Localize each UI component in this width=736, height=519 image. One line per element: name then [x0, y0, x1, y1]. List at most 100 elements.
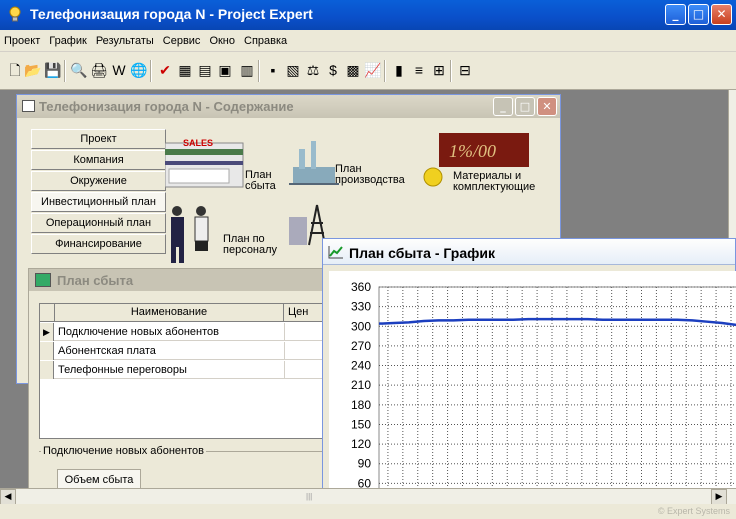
- grid-header: Наименование Цен: [40, 304, 340, 322]
- toolbar-separator: [384, 60, 386, 82]
- y-tick-label: 240: [351, 359, 371, 373]
- row-name: Телефонные переговоры: [58, 364, 187, 376]
- content-window-titlebar[interactable]: Телефонизация города N - Содержание _ □ …: [17, 95, 560, 118]
- menu-project[interactable]: Проект: [4, 35, 40, 47]
- y-tick-label: 90: [358, 457, 372, 471]
- y-tick-label: 180: [351, 398, 371, 412]
- row-pointer-icon: ▶: [40, 323, 54, 341]
- sales-plan-title: План сбыта: [57, 273, 134, 288]
- app-title: Телефонизация города N - Project Expert: [30, 6, 313, 22]
- nav-operational-plan[interactable]: Операционный план: [31, 213, 166, 233]
- mdi-horizontal-scrollbar[interactable]: ◀ ▶ |||: [0, 488, 736, 505]
- chart-window: План сбыта - График 360 330 300 270 240 210 18…: [322, 238, 736, 510]
- menu-service[interactable]: Сервис: [163, 35, 201, 47]
- grid-icon[interactable]: ⊟: [456, 61, 474, 79]
- groupbox-label: Подключение новых абонентов: [41, 445, 206, 457]
- scales-icon[interactable]: ⚖: [304, 61, 322, 79]
- module-icon[interactable]: ▪: [264, 61, 282, 79]
- module-staff-plan-label-2[interactable]: персоналу: [223, 245, 277, 256]
- menu-bar: Проект График Результаты Сервис Окно Спр…: [0, 30, 736, 52]
- scroll-right-arrow-icon[interactable]: ▶: [711, 489, 727, 505]
- sales-plan-window: План сбыта Наименование Цен ▶ Подключени…: [28, 268, 358, 498]
- maximize-button[interactable]: □: [688, 4, 709, 25]
- chart-icon[interactable]: 📈: [364, 61, 382, 79]
- staff-icon[interactable]: [165, 203, 217, 263]
- close-button[interactable]: ✕: [711, 4, 732, 25]
- money-icon[interactable]: $: [324, 61, 342, 79]
- content-maximize-button[interactable]: □: [515, 97, 535, 116]
- scroll-grip: |||: [306, 492, 313, 501]
- minimize-button[interactable]: _: [665, 4, 686, 25]
- print-icon[interactable]: 🖨: [90, 61, 108, 79]
- module-sales-plan-label-2[interactable]: сбыта: [245, 181, 276, 192]
- y-tick-label: 120: [351, 437, 371, 451]
- analysis-icon[interactable]: ▧: [284, 61, 302, 79]
- row-indicator: [40, 342, 54, 360]
- menu-window[interactable]: Окно: [209, 35, 235, 47]
- document-icon[interactable]: ▣: [216, 61, 234, 79]
- chart-window-title: План сбыта - График: [349, 245, 495, 261]
- column-header-name[interactable]: Наименование: [54, 304, 284, 322]
- cell-divider: [284, 342, 285, 360]
- globe-icon[interactable]: 🌐: [130, 61, 148, 79]
- toolbar-separator: [258, 60, 260, 82]
- sales-plan-icon[interactable]: SALES: [165, 135, 245, 191]
- table-row[interactable]: Абонентская плата: [40, 342, 340, 360]
- module-production-plan-label-2[interactable]: производства: [335, 175, 405, 186]
- nav-environment[interactable]: Окружение: [31, 171, 166, 191]
- menu-results[interactable]: Результаты: [96, 35, 154, 47]
- sales-plan-window-icon: [35, 273, 51, 287]
- content-minimize-button[interactable]: _: [493, 97, 513, 116]
- app-titlebar[interactable]: Телефонизация города N - Project Expert …: [0, 0, 736, 30]
- report-icon[interactable]: ▥: [238, 61, 256, 79]
- nav-company[interactable]: Компания: [31, 150, 166, 170]
- cell-divider: [284, 361, 285, 379]
- row-name: Абонентская плата: [58, 345, 156, 357]
- org-icon[interactable]: ⊞: [430, 61, 448, 79]
- new-file-icon[interactable]: 🗋: [6, 61, 24, 79]
- save-icon[interactable]: 💾: [44, 61, 62, 79]
- content-window-title: Телефонизация города N - Содержание: [39, 99, 294, 114]
- status-bar: © Expert Systems: [0, 504, 736, 519]
- content-window-icon: [22, 100, 35, 112]
- open-folder-icon[interactable]: 📂: [24, 61, 42, 79]
- menu-help[interactable]: Справка: [244, 35, 287, 47]
- row-indicator: [40, 361, 54, 379]
- toolbar: 🗋 📂 💾 🔍 🖨 W 🌐 ✔ ▦ ▤ ▣ ▥ ▪ ▧ ⚖ $ ▩ 📈 ▮ ≡ …: [0, 52, 736, 90]
- y-tick-label: 330: [351, 300, 371, 314]
- toolbar-separator: [450, 60, 452, 82]
- checkmark-icon[interactable]: ✔: [156, 61, 174, 79]
- toolbar-separator: [64, 60, 66, 82]
- y-tick-label: 150: [351, 417, 371, 431]
- lightbulb-icon: [9, 6, 21, 22]
- line-chart-icon: [328, 246, 343, 259]
- nav-financing[interactable]: Финансирование: [31, 234, 166, 254]
- preview-icon[interactable]: 🔍: [70, 61, 88, 79]
- y-tick-label: 270: [351, 339, 371, 353]
- copyright-text: © Expert Systems: [657, 506, 730, 516]
- scroll-left-arrow-icon[interactable]: ◀: [0, 489, 16, 505]
- word-export-icon[interactable]: W: [110, 61, 128, 79]
- npv-icon[interactable]: ≡: [410, 61, 428, 79]
- chart-area: 360330300270240210180150120906030: [329, 271, 736, 510]
- module-materials-label-2[interactable]: комплектующие: [453, 182, 535, 193]
- nav-investment-plan[interactable]: Инвестиционный план: [31, 192, 166, 212]
- factory-icon[interactable]: [289, 137, 339, 187]
- bar-chart-icon[interactable]: ▮: [390, 61, 408, 79]
- svg-text:1%/00: 1%/00: [449, 141, 496, 161]
- chart-window-titlebar[interactable]: План сбыта - График: [323, 239, 735, 265]
- nav-project[interactable]: Проект: [31, 129, 166, 149]
- sales-logo-text: SALES: [183, 138, 213, 148]
- sales-plan-titlebar[interactable]: План сбыта: [29, 269, 357, 291]
- content-close-button[interactable]: ✕: [537, 97, 557, 116]
- table-row[interactable]: Телефонные переговоры: [40, 361, 340, 379]
- tables-icon[interactable]: ▦: [176, 61, 194, 79]
- products-grid: Наименование Цен ▶ Подключение новых або…: [39, 303, 340, 439]
- row-name: Подключение новых абонентов: [58, 326, 219, 338]
- y-tick-label: 360: [351, 280, 371, 294]
- table-row[interactable]: ▶ Подключение новых абонентов: [40, 323, 340, 341]
- menu-chart[interactable]: График: [49, 35, 87, 47]
- y-tick-label: 300: [351, 319, 371, 333]
- calc-icon[interactable]: ▤: [196, 61, 214, 79]
- book-icon[interactable]: ▩: [344, 61, 362, 79]
